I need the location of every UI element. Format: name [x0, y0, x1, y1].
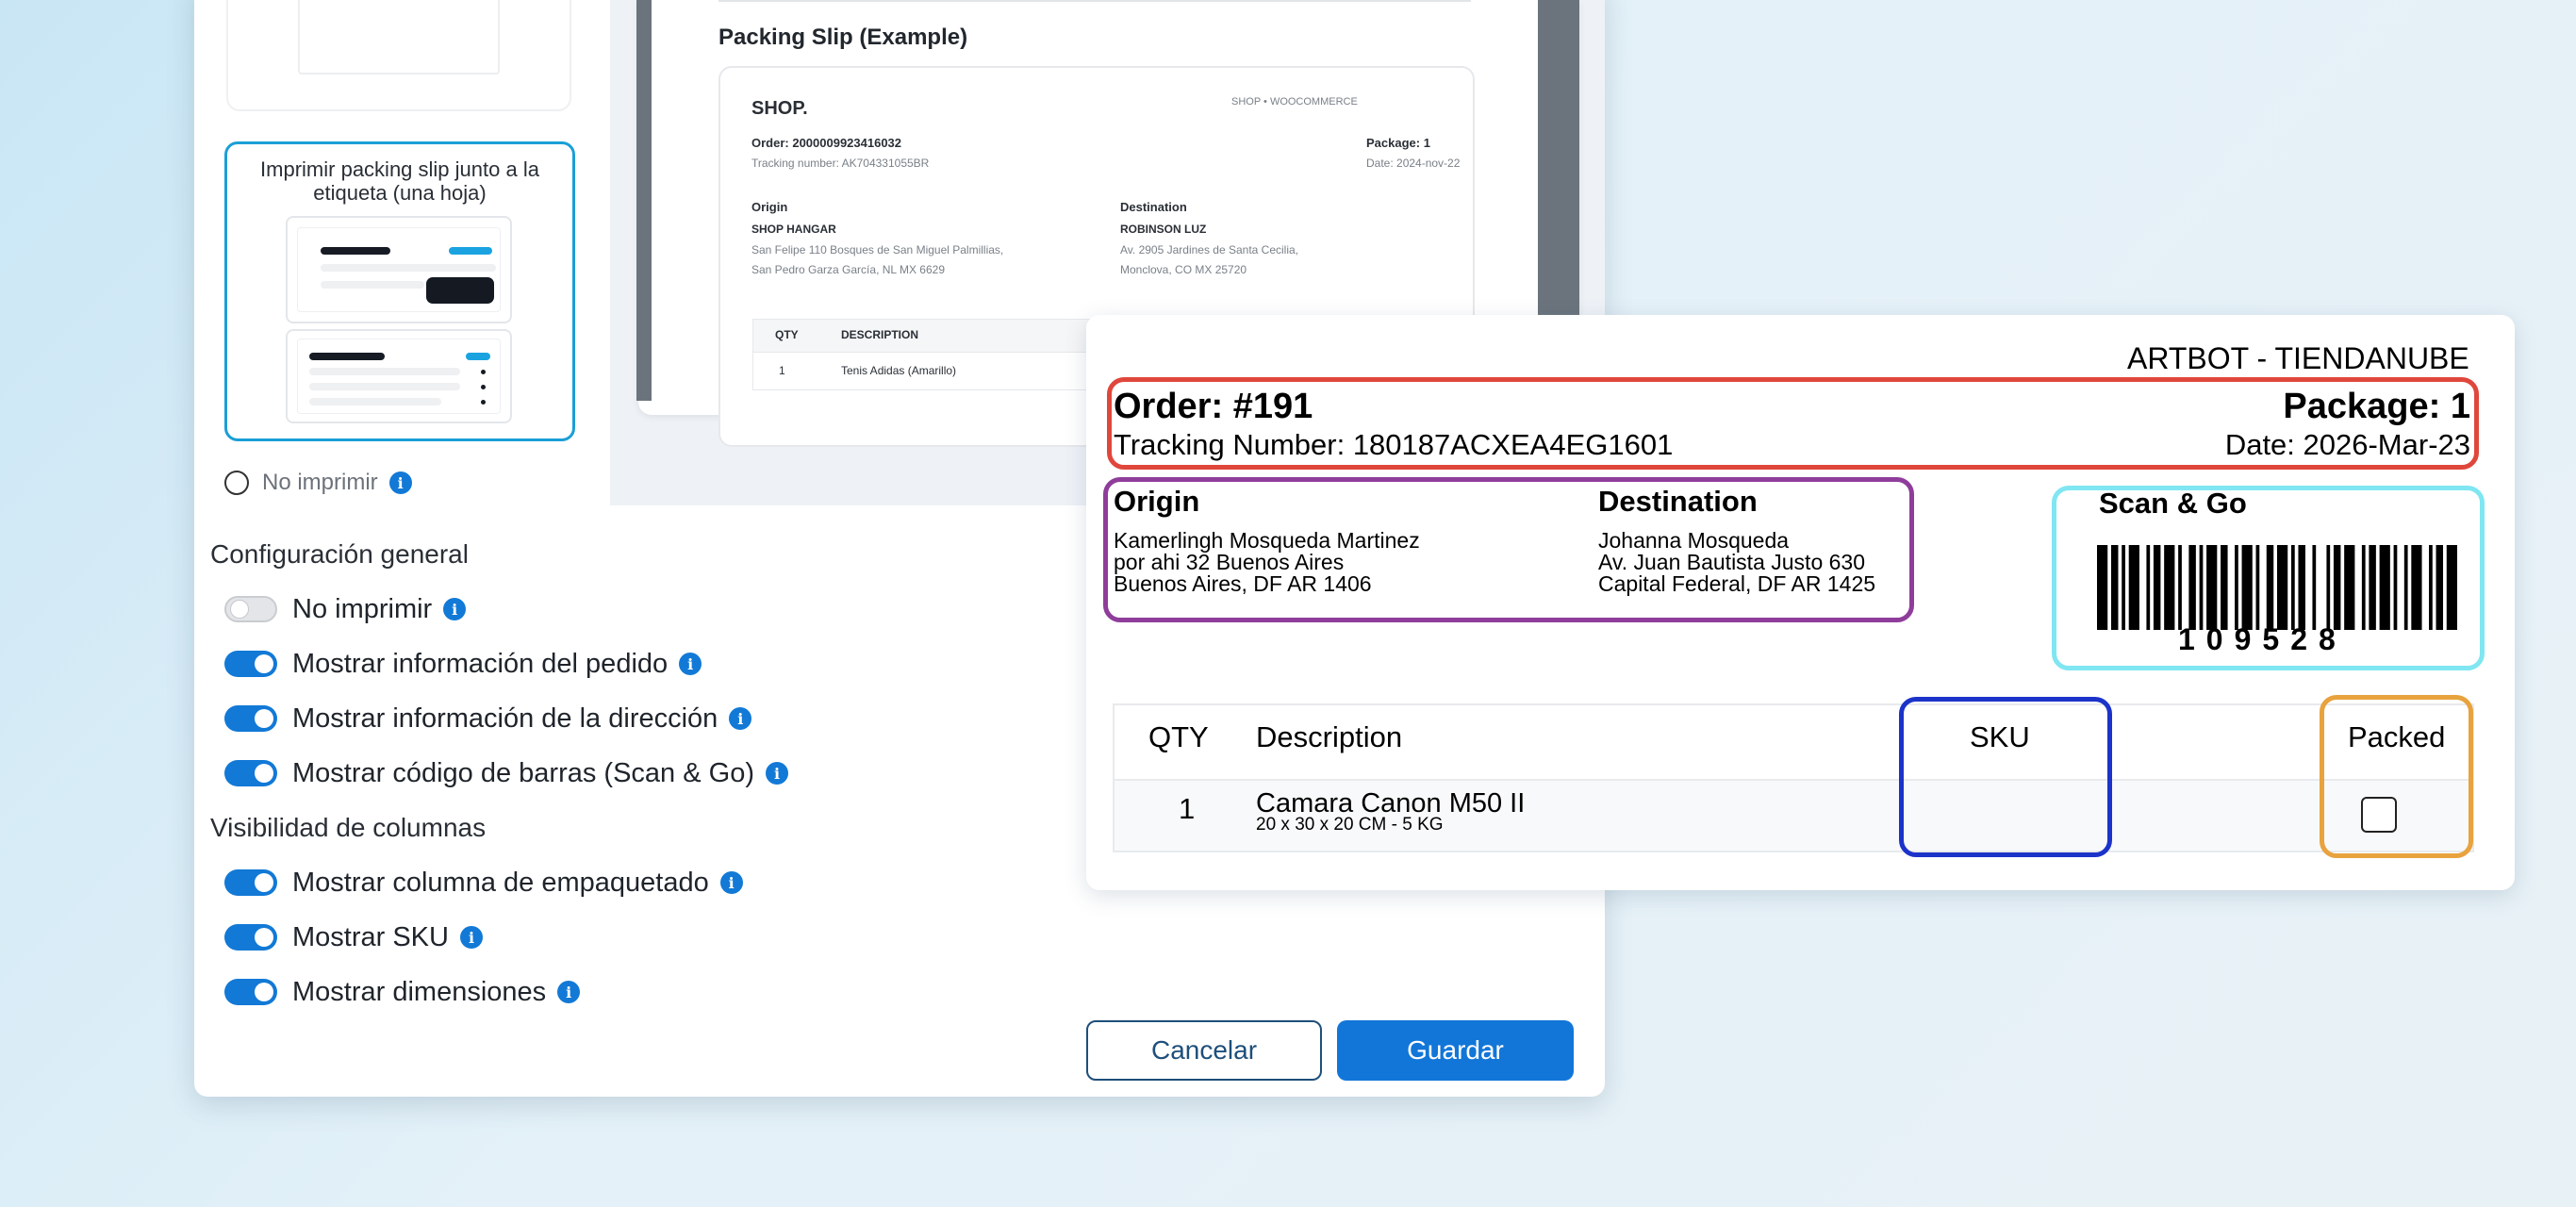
toggle-switch[interactable] [224, 651, 277, 677]
toggle-label: Mostrar columna de empaquetado [292, 867, 709, 898]
info-icon[interactable]: i [729, 707, 752, 730]
info-icon[interactable]: i [459, 926, 483, 949]
info-icon[interactable]: i [388, 471, 412, 494]
label-tracking: Tracking Number: 180187ACXEA4EG1601 [1114, 428, 1674, 461]
slip-row-qty: 1 [779, 364, 785, 377]
mini-label-preview [286, 216, 512, 323]
slip-destination-line1: Av. 2905 Jardines de Santa Cecilia, [1120, 243, 1299, 256]
toggle-label: Mostrar información de la dirección [292, 703, 718, 734]
toggle-switch[interactable] [224, 760, 277, 786]
toggle-label: Mostrar SKU [292, 921, 449, 952]
slip-origin-line1: San Felipe 110 Bosques de San Miguel Pal… [751, 243, 1004, 256]
toggle-switch[interactable] [224, 924, 277, 951]
label-scan-title: Scan & Go [2099, 487, 2247, 520]
toggle-switch[interactable] [224, 979, 277, 1005]
cancel-button[interactable]: Cancelar [1086, 1020, 1322, 1081]
label-destination-heading: Destination [1598, 485, 1758, 518]
preview-scrollbar-right[interactable] [1538, 0, 1579, 316]
slip-destination-label: Destination [1120, 200, 1187, 214]
divider [718, 0, 1471, 2]
toggle-switch[interactable] [224, 869, 277, 896]
label-col-qty: QTY [1148, 720, 1209, 753]
slip-date: Date: 2024-nov-22 [1366, 157, 1461, 170]
toggle-row-address-info[interactable]: Mostrar información de la dirección i [224, 700, 752, 737]
slip-destination-line2: Monclova, CO MX 25720 [1120, 263, 1247, 276]
toggle-switch[interactable] [224, 705, 277, 732]
preview-scrollbar-left [636, 0, 652, 401]
general-settings-title: Configuración general [210, 539, 469, 569]
shop-tag: SHOP • WOOCOMMERCE [1231, 96, 1358, 107]
column-visibility-title: Visibilidad de columnas [210, 813, 487, 842]
label-row-dimensions: 20 x 30 x 20 CM - 5 KG [1256, 815, 1444, 835]
radio-no-print[interactable]: No imprimir i [224, 468, 412, 498]
packing-slip-title: Packing Slip (Example) [718, 25, 968, 50]
slip-origin-name: SHOP HANGAR [751, 223, 836, 236]
info-icon[interactable]: i [765, 762, 788, 785]
save-button[interactable]: Guardar [1337, 1020, 1574, 1081]
label-col-description: Description [1256, 720, 1403, 753]
slip-col-description: DESCRIPTION [841, 328, 919, 341]
label-date: Date: 2026-Mar-23 [2224, 428, 2470, 461]
info-icon[interactable]: i [443, 598, 467, 620]
toggle-row-barcode[interactable]: Mostrar código de barras (Scan & Go) i [224, 754, 788, 792]
slip-order: Order: 2000009923416032 [751, 136, 902, 150]
info-icon[interactable]: i [719, 871, 743, 894]
print-option-card-combined[interactable]: Imprimir packing slip junto a la etiquet… [224, 141, 575, 441]
slip-origin-label: Origin [751, 200, 788, 214]
toggle-label: Mostrar código de barras (Scan & Go) [292, 757, 754, 788]
barcode-number: 109528 [2178, 622, 2347, 656]
option-title: Imprimir packing slip junto a la etiquet… [260, 157, 539, 205]
radio-label: No imprimir [262, 470, 378, 495]
toggle-row-sku[interactable]: Mostrar SKU i [224, 918, 483, 956]
label-origin-heading: Origin [1114, 485, 1200, 518]
toggle-switch[interactable] [224, 596, 277, 622]
label-destination-line3: Capital Federal, DF AR 1425 [1598, 571, 1876, 596]
info-icon[interactable]: i [679, 653, 702, 675]
label-package: Package: 1 [2283, 387, 2470, 426]
barcode-icon [2097, 545, 2457, 630]
slip-col-qty: QTY [775, 328, 799, 341]
label-store-name: ARTBOT - TIENDANUBE [2127, 341, 2469, 375]
slip-origin-line2: San Pedro Garza García, NL MX 6629 [751, 263, 945, 276]
mini-slip-preview [286, 329, 512, 423]
radio-circle[interactable] [224, 471, 249, 495]
print-option-card-none[interactable] [226, 0, 571, 111]
label-origin-line3: Buenos Aires, DF AR 1406 [1114, 571, 1372, 596]
toggle-label: Mostrar dimensiones [292, 976, 547, 1007]
toggle-row-packed-column[interactable]: Mostrar columna de empaquetado i [224, 864, 743, 901]
toggle-row-no-print[interactable]: No imprimir i [224, 590, 467, 628]
packed-checkbox[interactable] [2361, 797, 2397, 833]
label-sku-highlight [1899, 697, 2112, 857]
toggle-row-order-info[interactable]: Mostrar información del pedido i [224, 645, 702, 683]
toggle-row-dimensions[interactable]: Mostrar dimensiones i [224, 973, 581, 1011]
label-packed-highlight [2320, 695, 2473, 858]
toggle-label: No imprimir [292, 593, 433, 624]
option-preview-thumbnail [298, 0, 500, 74]
label-order: Order: #191 [1114, 387, 1313, 426]
slip-tracking: Tracking number: AK704331055BR [751, 157, 930, 170]
slip-destination-name: ROBINSON LUZ [1120, 223, 1207, 236]
slip-package: Package: 1 [1366, 136, 1430, 150]
shop-logo: SHOP. [751, 98, 808, 119]
slip-row-description: Tenis Adidas (Amarillo) [841, 364, 957, 377]
info-icon[interactable]: i [557, 981, 581, 1003]
toggle-label: Mostrar información del pedido [292, 648, 669, 679]
label-row-qty: 1 [1179, 792, 1196, 825]
